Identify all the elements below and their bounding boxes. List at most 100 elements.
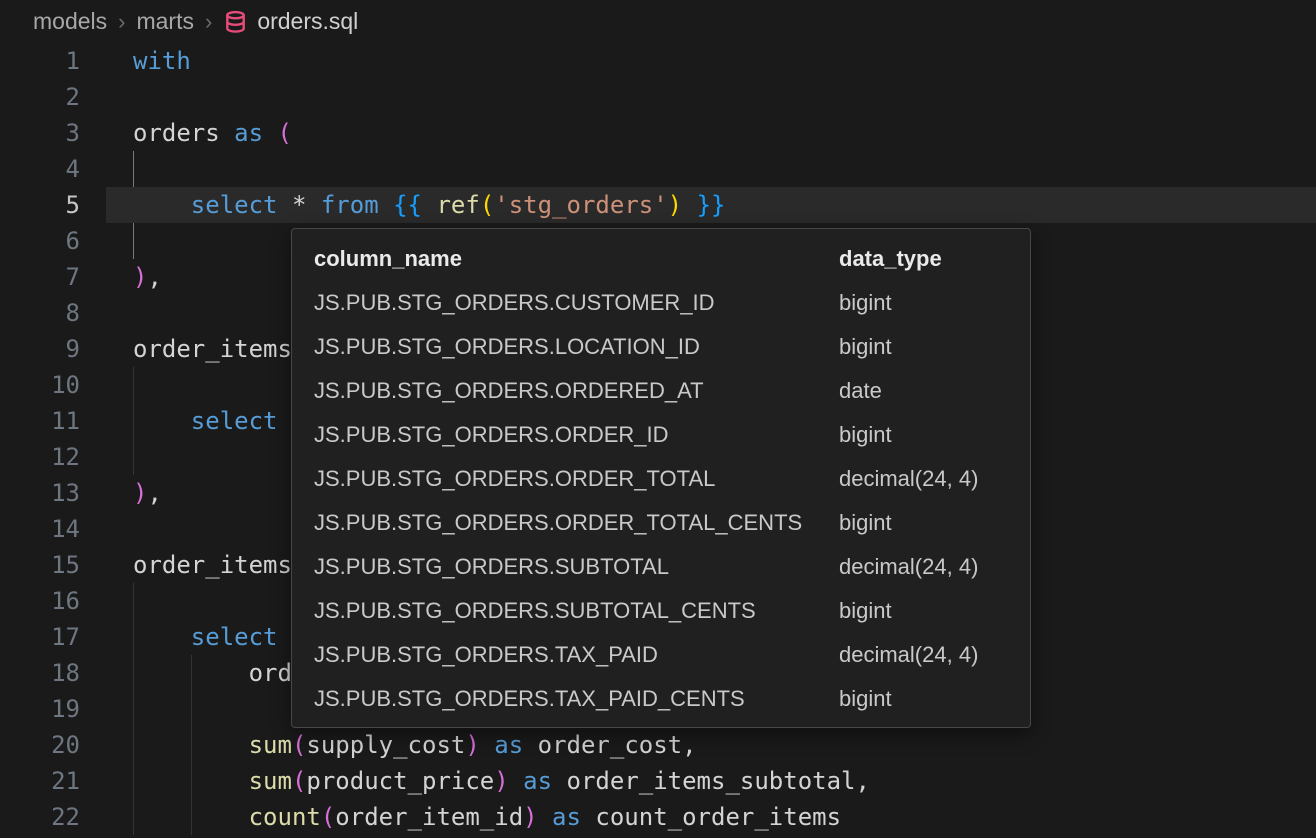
line-number: 9 [0, 331, 80, 367]
code-token: , [147, 263, 161, 291]
line-number: 21 [0, 763, 80, 799]
line-number: 12 [0, 439, 80, 475]
code-token: count_order_items [595, 803, 841, 831]
code-token: , [147, 479, 161, 507]
code-token: as [523, 767, 552, 795]
column-row: JS.PUB.STG_ORDERS.TAX_PAID_CENTSbigint [314, 677, 1030, 721]
indent-guide [133, 799, 134, 835]
breadcrumb-separator: › [118, 9, 125, 35]
line-number: 18 [0, 655, 80, 691]
column-name-cell: JS.PUB.STG_ORDERS.ORDERED_AT [314, 378, 839, 404]
code-token [523, 731, 537, 759]
line-number: 1 [0, 43, 80, 79]
code-token: ( [278, 119, 292, 147]
code-token: order_item_id [335, 803, 523, 831]
code-token: as [494, 731, 523, 759]
indent-guide [191, 655, 192, 691]
code-token: select [191, 191, 278, 219]
code-token: select [191, 623, 278, 651]
indent-guide [133, 403, 134, 439]
data-type-cell: bigint [839, 686, 1030, 712]
code-token: select [191, 407, 278, 435]
line-number: 15 [0, 547, 80, 583]
breadcrumb-item-models[interactable]: models [33, 8, 107, 35]
tooltip-rows: JS.PUB.STG_ORDERS.CUSTOMER_IDbigintJS.PU… [314, 281, 1030, 721]
code-token: sum [249, 767, 292, 795]
data-type-cell: bigint [839, 334, 1030, 360]
column-name-cell: JS.PUB.STG_ORDERS.ORDER_TOTAL [314, 466, 839, 492]
code-line-2[interactable]: 2 [0, 79, 1316, 115]
code-line-1[interactable]: 1 with [0, 43, 1316, 79]
line-number: 14 [0, 511, 80, 547]
column-info-tooltip: column_name data_type JS.PUB.STG_ORDERS.… [291, 228, 1031, 728]
code-token: 'stg_orders' [494, 191, 667, 219]
code-token: ord [249, 659, 292, 687]
code-token [263, 119, 277, 147]
column-name-cell: JS.PUB.STG_ORDERS.TAX_PAID [314, 642, 839, 668]
code-line-22[interactable]: 22 count(order_item_id) as count_order_i… [0, 799, 1316, 835]
code-line-content: sum(supply_cost) as order_cost, [133, 727, 1316, 763]
column-row: JS.PUB.STG_ORDERS.ORDER_TOTAL_CENTSbigin… [314, 501, 1030, 545]
line-number: 13 [0, 475, 80, 511]
code-token: product_price [306, 767, 494, 795]
indent-guide [133, 583, 134, 619]
code-token [509, 767, 523, 795]
code-line-20[interactable]: 20 sum(supply_cost) as order_cost, [0, 727, 1316, 763]
indent-guide [133, 619, 134, 655]
indent-guide [133, 763, 134, 799]
code-line-4[interactable]: 4 [0, 151, 1316, 187]
code-line-3[interactable]: 3orders as ( [0, 115, 1316, 151]
column-row: JS.PUB.STG_ORDERS.TAX_PAIDdecimal(24, 4) [314, 633, 1030, 677]
indent-guide [133, 151, 134, 187]
code-token: ref [436, 191, 479, 219]
code-token [278, 191, 292, 219]
breadcrumb-file[interactable]: orders.sql [257, 8, 358, 35]
column-name-cell: JS.PUB.STG_ORDERS.LOCATION_ID [314, 334, 839, 360]
line-number: 10 [0, 367, 80, 403]
column-name-cell: JS.PUB.STG_ORDERS.SUBTOTAL_CENTS [314, 598, 839, 624]
column-name-cell: JS.PUB.STG_ORDERS.ORDER_TOTAL_CENTS [314, 510, 839, 536]
column-name-cell: JS.PUB.STG_ORDERS.ORDER_ID [314, 422, 839, 448]
indent-guide [133, 691, 134, 727]
code-line-content: with [133, 43, 1316, 79]
code-token [552, 767, 566, 795]
tooltip-header-column-name: column_name [314, 246, 839, 272]
code-token: ( [321, 803, 335, 831]
code-token: from [321, 191, 379, 219]
data-type-cell: bigint [839, 598, 1030, 624]
data-type-cell: bigint [839, 510, 1030, 536]
code-token: , [682, 731, 696, 759]
column-row: JS.PUB.STG_ORDERS.SUBTOTAL_CENTSbigint [314, 589, 1030, 633]
code-token: ) [465, 731, 479, 759]
line-number: 11 [0, 403, 80, 439]
code-line-21[interactable]: 21 sum(product_price) as order_items_sub… [0, 763, 1316, 799]
indent-guide [133, 367, 134, 403]
code-token: order_cost [538, 731, 683, 759]
code-token [306, 191, 320, 219]
code-line-5[interactable]: 5 select * from {{ ref('stg_orders') }} [0, 187, 1316, 223]
code-token: ) [133, 479, 147, 507]
code-line-content [133, 151, 1316, 187]
data-type-cell: decimal(24, 4) [839, 642, 1030, 668]
breadcrumb-separator: › [205, 9, 212, 35]
line-number: 2 [0, 79, 80, 115]
code-token: order_items_subtotal [567, 767, 856, 795]
code-token [480, 731, 494, 759]
column-name-cell: JS.PUB.STG_ORDERS.TAX_PAID_CENTS [314, 686, 839, 712]
code-token [133, 623, 191, 651]
code-line-content: count(order_item_id) as count_order_item… [133, 799, 1316, 835]
line-number: 20 [0, 727, 80, 763]
tooltip-header-data-type: data_type [839, 246, 1030, 272]
column-name-cell: JS.PUB.STG_ORDERS.CUSTOMER_ID [314, 290, 839, 316]
line-number: 3 [0, 115, 80, 151]
breadcrumb-item-marts[interactable]: marts [136, 8, 194, 35]
code-token: ( [292, 767, 306, 795]
code-line-content [133, 79, 1316, 115]
indent-guide [191, 763, 192, 799]
data-type-cell: decimal(24, 4) [839, 466, 1030, 492]
indent-guide [191, 799, 192, 835]
line-number: 4 [0, 151, 80, 187]
column-row: JS.PUB.STG_ORDERS.ORDER_IDbigint [314, 413, 1030, 457]
code-token: * [292, 191, 306, 219]
line-number: 16 [0, 583, 80, 619]
